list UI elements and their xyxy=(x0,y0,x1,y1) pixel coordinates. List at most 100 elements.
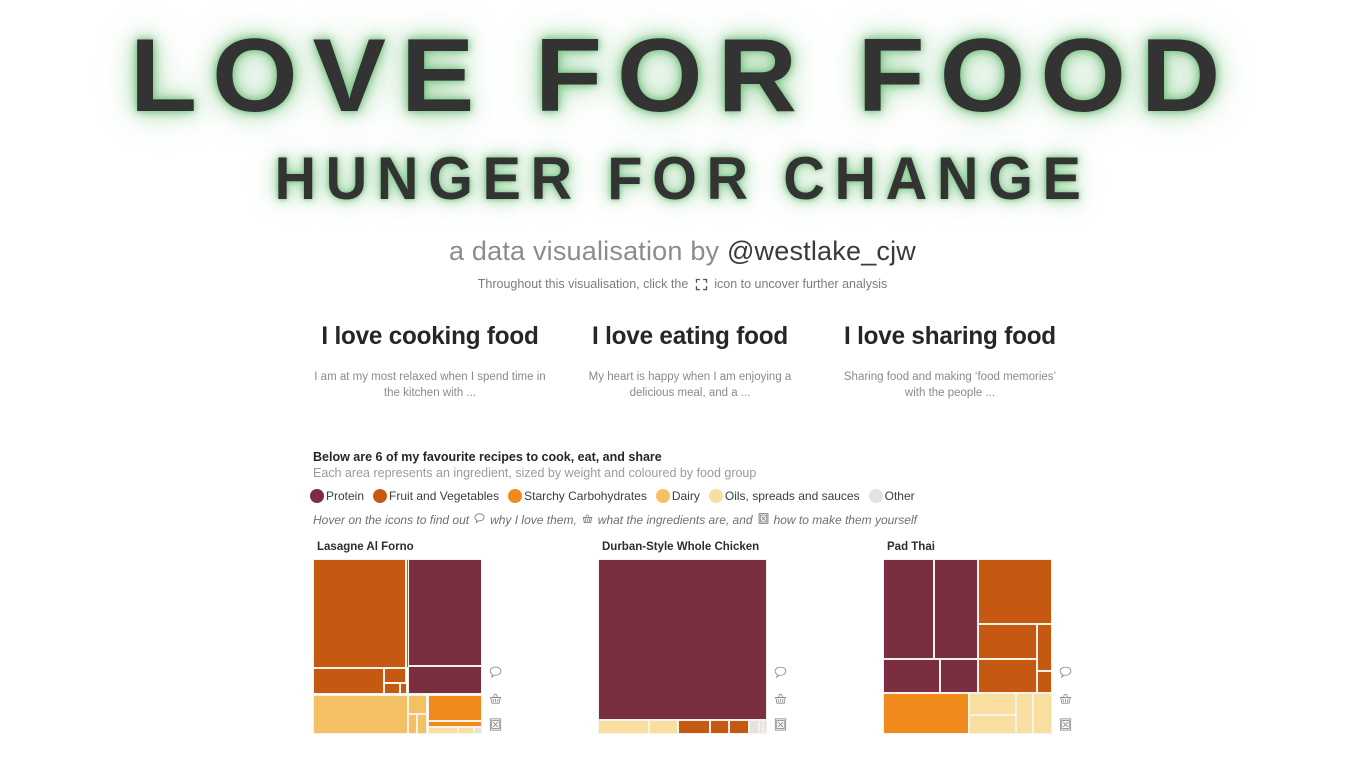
column-heading: I love eating food xyxy=(592,322,788,350)
column-cooking: I love cooking food I am at my most rela… xyxy=(300,322,560,401)
hover-hint: Hover on the icons to find out why I lov… xyxy=(313,512,917,528)
legend-label: Fruit and Vegetables xyxy=(389,489,500,503)
treemap-tile[interactable] xyxy=(969,714,1016,734)
author-handle[interactable]: @westlake_cjw xyxy=(727,236,916,266)
treemap-tile[interactable] xyxy=(313,559,406,668)
basket-icon[interactable] xyxy=(773,691,788,706)
recipes-intro: Below are 6 of my favourite recipes to c… xyxy=(313,450,1073,480)
recipe-card-icon[interactable] xyxy=(1058,717,1073,732)
treemap-tile[interactable] xyxy=(313,694,408,734)
treemap-tile[interactable] xyxy=(407,713,417,734)
treemap-tile[interactable] xyxy=(313,667,384,694)
expand-icon[interactable] xyxy=(695,278,708,294)
legend-item[interactable]: Oils, spreads and sauces xyxy=(708,489,860,503)
basket-icon xyxy=(581,512,594,528)
legend-swatch-icon xyxy=(310,489,324,503)
legend-item[interactable]: Protein xyxy=(310,489,364,503)
speech-bubble-icon[interactable] xyxy=(488,665,503,680)
treemap-tile[interactable] xyxy=(407,665,482,694)
treemap-tile[interactable] xyxy=(407,694,428,714)
recipe-card: Pad Thai xyxy=(883,541,1083,734)
treemap-tile[interactable] xyxy=(598,559,767,720)
legend-swatch-icon xyxy=(868,489,883,503)
column-heading: I love cooking food xyxy=(321,322,539,350)
treemap-tile[interactable] xyxy=(933,559,978,659)
treemap-tile[interactable] xyxy=(762,720,767,734)
treemap-tile[interactable] xyxy=(383,683,401,694)
legend-swatch-icon xyxy=(373,489,388,503)
column-eating: I love eating food My heart is happy whe… xyxy=(560,322,820,401)
basket-icon[interactable] xyxy=(488,691,503,706)
treemap-tile[interactable] xyxy=(977,623,1037,659)
speech-bubble-icon xyxy=(473,512,486,528)
treemap-tile[interactable] xyxy=(458,727,474,734)
treemap-tile[interactable] xyxy=(1036,623,1052,671)
treemap-tile[interactable] xyxy=(648,720,679,734)
recipe-card-icon[interactable] xyxy=(488,717,503,732)
treemap-tile[interactable] xyxy=(749,720,759,734)
treemap-tile[interactable] xyxy=(473,727,482,734)
recipe-title: Lasagne Al Forno xyxy=(317,541,414,553)
treemap-tile[interactable] xyxy=(407,559,482,666)
treemap-tile[interactable] xyxy=(709,720,729,734)
treemap-tile[interactable] xyxy=(416,713,428,734)
expand-hint-prefix: Throughout this visualisation, click the xyxy=(477,277,692,291)
legend-item[interactable]: Dairy xyxy=(655,489,700,503)
treemap-tile[interactable] xyxy=(977,559,1052,624)
treemap-tile[interactable] xyxy=(427,727,459,734)
legend-item[interactable]: Fruit and Vegetables xyxy=(373,489,499,503)
legend-label: Starchy Carbohydrates xyxy=(524,489,647,503)
legend-item[interactable]: Starchy Carbohydrates xyxy=(508,489,647,503)
treemap-tile[interactable] xyxy=(969,692,1016,715)
treemap-tile[interactable] xyxy=(883,692,970,734)
treemap-tile[interactable] xyxy=(940,658,978,693)
speech-bubble-icon[interactable] xyxy=(773,665,788,680)
recipe-title: Pad Thai xyxy=(887,541,935,553)
treemap-tile[interactable] xyxy=(678,720,710,734)
treemap-tile[interactable] xyxy=(598,720,649,734)
recipe-card-icon xyxy=(757,512,770,528)
treemap[interactable] xyxy=(883,559,1052,734)
recipe-treemaps: Lasagne Al Forno Durban-Style Whole Chick… xyxy=(313,541,1083,734)
legend-swatch-icon xyxy=(708,489,723,503)
legend-label: Other xyxy=(884,489,915,503)
hover-hint-part1: Hover on the icons to find out xyxy=(313,513,470,527)
hover-hint-part3: what the ingredients are, and xyxy=(597,513,753,527)
treemap-tile[interactable] xyxy=(883,559,934,659)
treemap-tile[interactable] xyxy=(1015,692,1034,734)
column-body: My heart is happy when I am enjoying a d… xyxy=(588,371,792,399)
speech-bubble-icon[interactable] xyxy=(1058,665,1073,680)
legend-label: Protein xyxy=(326,489,365,503)
page-subtitle: HUNGER FOR CHANGE xyxy=(274,145,1091,212)
recipes-intro-title: Below are 6 of my favourite recipes to c… xyxy=(313,450,662,464)
hero-section: LOVE FOR FOOD HUNGER FOR CHANGE a data v… xyxy=(0,0,1365,294)
treemap-tile[interactable] xyxy=(1036,671,1052,693)
food-group-legend: Protein Fruit and Vegetables Starchy Carbo… xyxy=(310,489,924,503)
page-root: LOVE FOR FOOD HUNGER FOR CHANGE a data v… xyxy=(0,0,1365,767)
column-body: I am at my most relaxed when I spend tim… xyxy=(314,371,546,399)
column-body: Sharing food and making ‘food memories’ … xyxy=(843,371,1057,399)
value-columns: I love cooking food I am at my most rela… xyxy=(300,322,1080,401)
treemap-tile[interactable] xyxy=(883,658,941,693)
legend-item[interactable]: Other xyxy=(868,489,915,503)
legend-label: Oils, spreads and sauces xyxy=(724,489,860,503)
treemap-tile[interactable] xyxy=(728,720,750,734)
basket-icon[interactable] xyxy=(1058,691,1073,706)
byline-prefix: a data visualisation by xyxy=(448,236,727,266)
treemap-tile[interactable] xyxy=(977,658,1037,693)
hover-hint-part4: how to make them yourself xyxy=(773,513,917,527)
expand-hint: Throughout this visualisation, click the… xyxy=(0,277,1365,294)
recipe-card: Durban-Style Whole Chicken xyxy=(598,541,798,734)
treemap-tile[interactable] xyxy=(427,694,482,721)
treemap-tile[interactable] xyxy=(1033,692,1052,734)
recipe-card-icon[interactable] xyxy=(773,717,788,732)
treemap[interactable] xyxy=(598,559,767,734)
recipe-title: Durban-Style Whole Chicken xyxy=(602,541,760,553)
hover-hint-part2: why I love them, xyxy=(490,513,577,527)
recipe-icon-column xyxy=(1055,654,1075,732)
treemap-tile[interactable] xyxy=(383,667,406,684)
treemap[interactable] xyxy=(313,559,482,734)
treemap-tile[interactable] xyxy=(400,683,407,694)
recipe-card: Lasagne Al Forno xyxy=(313,541,513,734)
expand-hint-suffix: icon to uncover further analysis xyxy=(710,277,888,291)
